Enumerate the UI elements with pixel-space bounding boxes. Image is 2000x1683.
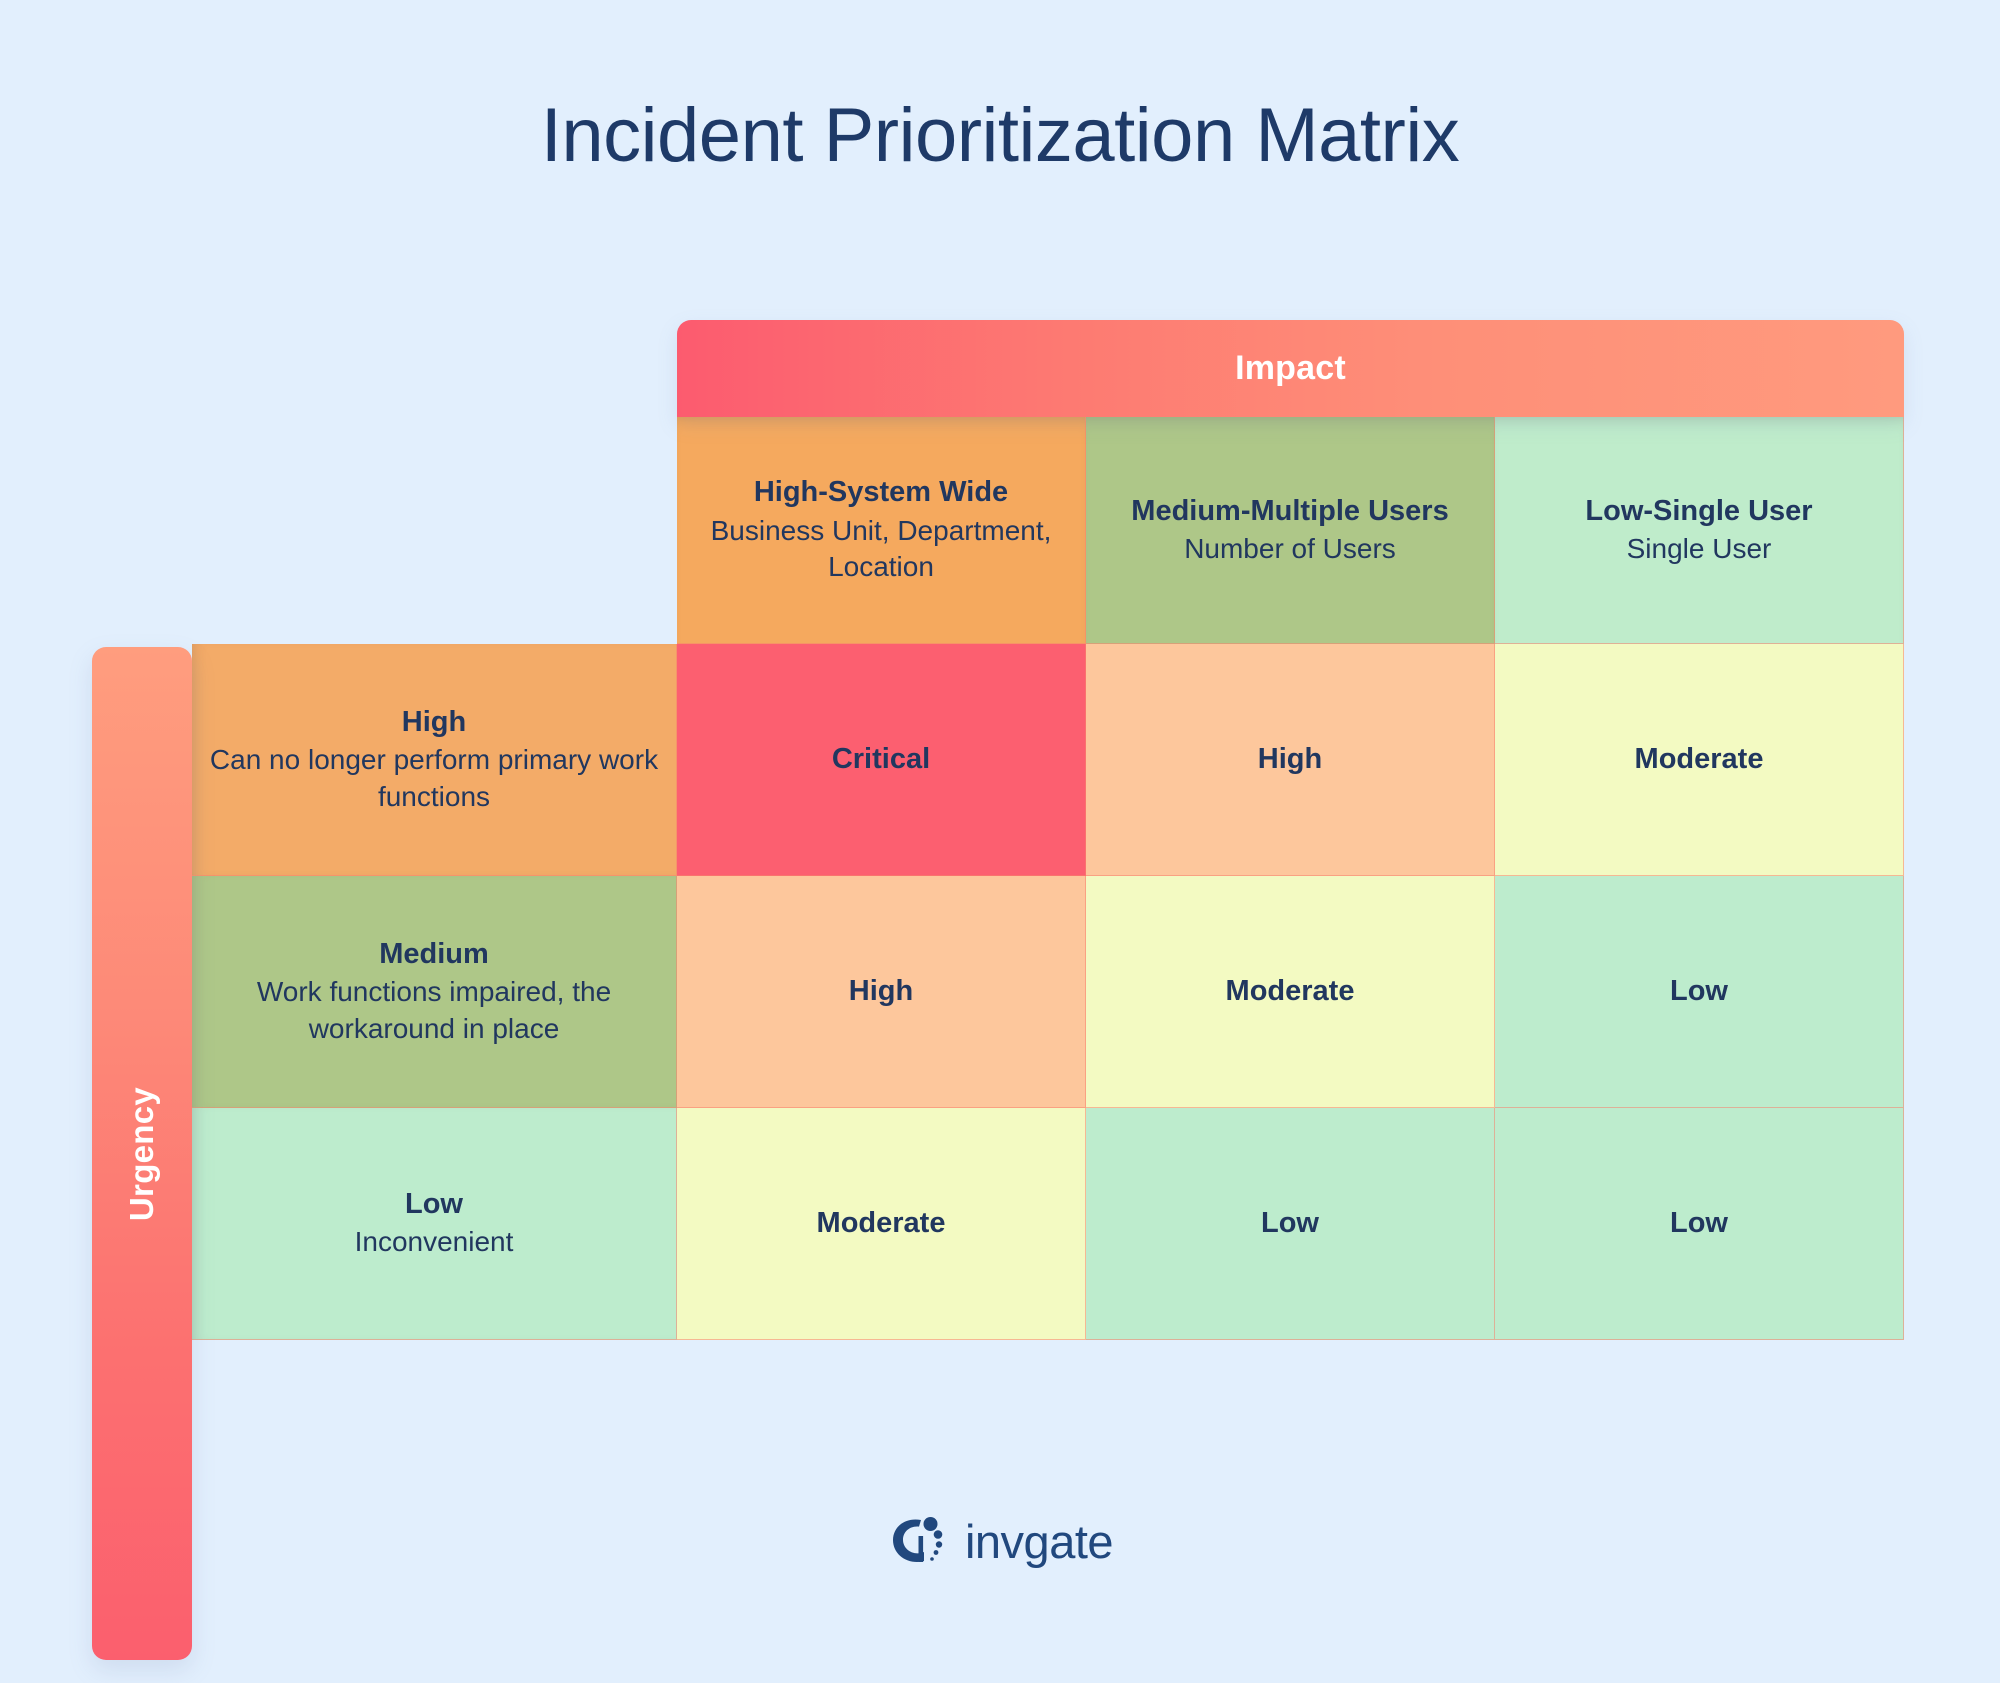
invgate-logo-icon — [887, 1510, 949, 1573]
row-header-low: Low Inconvenient — [192, 1108, 677, 1340]
column-header-low-title: Low-Single User — [1585, 494, 1813, 527]
column-header-medium-title: Medium-Multiple Users — [1131, 494, 1449, 527]
matrix-grid: High-System Wide Business Unit, Departme… — [192, 417, 1904, 1340]
impact-axis-banner: Impact — [677, 320, 1904, 417]
row-header-low-desc: Inconvenient — [354, 1226, 514, 1258]
matrix-cell: Low — [1495, 876, 1904, 1108]
matrix-cell: Low — [1086, 1108, 1495, 1340]
matrix-cell-value: Low — [1670, 1207, 1728, 1239]
row-header-low-title: Low — [405, 1188, 463, 1221]
column-header-medium-desc: Number of Users — [1184, 532, 1396, 564]
matrix-cell-value: Critical — [831, 743, 931, 775]
column-header-high-desc: Business Unit, Department, Location — [710, 514, 1052, 583]
matrix-corner-spacer — [192, 417, 677, 644]
row-header-high-desc: Can no longer perform primary work funct… — [209, 744, 659, 812]
urgency-axis-label: Urgency — [123, 1086, 160, 1221]
matrix-cell: Moderate — [1495, 644, 1904, 876]
matrix-cell: High — [677, 876, 1086, 1108]
matrix-cell-value: Low — [1261, 1207, 1319, 1239]
matrix-cell: Low — [1495, 1108, 1904, 1340]
row-header-high-title: High — [401, 705, 467, 738]
matrix-cell: Critical — [677, 644, 1086, 876]
column-header-high: High-System Wide Business Unit, Departme… — [677, 417, 1086, 644]
row-header-medium-desc: Work functions impaired, the workaround … — [256, 976, 612, 1044]
column-header-low-desc: Single User — [1626, 532, 1772, 564]
matrix-cell-value: Moderate — [1634, 743, 1764, 775]
row-header-high: High Can no longer perform primary work … — [192, 644, 677, 876]
row-header-medium-title: Medium — [379, 937, 489, 970]
infographic-canvas: Incident Prioritization Matrix Urgency I… — [0, 0, 2000, 1683]
column-header-low: Low-Single User Single User — [1495, 417, 1904, 644]
urgency-axis-banner: Urgency — [92, 647, 192, 1660]
column-header-high-title: High-System Wide — [753, 476, 1009, 509]
invgate-wordmark: invgate — [964, 1515, 1114, 1568]
prioritization-matrix: Urgency Impact High-System Wide Business… — [92, 320, 1904, 1660]
matrix-cell: Moderate — [677, 1108, 1086, 1340]
matrix-cell-value: High — [848, 975, 914, 1007]
matrix-cell-value: Moderate — [1225, 975, 1355, 1007]
matrix-cell-value: Moderate — [816, 1207, 946, 1239]
page-title: Incident Prioritization Matrix — [540, 93, 1460, 178]
matrix-cell: High — [1086, 644, 1495, 876]
impact-axis-label: Impact — [1235, 349, 1346, 387]
matrix-cell: Moderate — [1086, 876, 1495, 1108]
column-header-medium: Medium-Multiple Users Number of Users — [1086, 417, 1495, 644]
row-header-medium: Medium Work functions impaired, the work… — [192, 876, 677, 1108]
footer-brand: invgate — [0, 1510, 2000, 1573]
matrix-cell-value: Low — [1670, 975, 1728, 1007]
matrix-cell-value: High — [1257, 743, 1323, 775]
